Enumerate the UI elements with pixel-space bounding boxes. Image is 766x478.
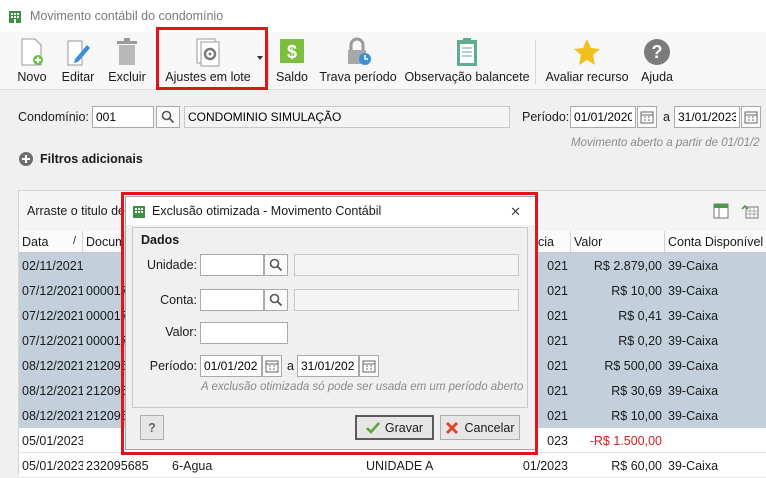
search-icon — [161, 110, 175, 124]
cell-data: 05/01/2023 — [22, 434, 83, 448]
ajustes-highlight-frame — [156, 27, 268, 90]
cell-conta: 39-Caixa — [668, 409, 719, 423]
trava-label: Trava período — [319, 70, 397, 84]
star-icon — [574, 39, 600, 65]
lock-icon — [348, 37, 371, 65]
condominio-search-button[interactable] — [156, 106, 180, 128]
new-document-icon — [21, 38, 43, 66]
calendar-icon — [640, 111, 654, 124]
periodo-from-calendar-button[interactable] — [637, 106, 657, 128]
condominio-label: Condomínio: — [18, 110, 89, 124]
cell-valor: R$ 2.879,00 — [593, 259, 662, 273]
saldo-button[interactable]: $ Saldo — [274, 36, 310, 88]
condominio-name-field — [184, 106, 510, 128]
sort-indicator-icon: / — [72, 235, 76, 247]
cell-data: 08/12/2021 — [22, 384, 83, 398]
cell-conta: 39-Caixa — [668, 459, 719, 473]
cell-doc: 232095685 — [86, 459, 149, 473]
cell-conta: 39-Caixa — [668, 334, 719, 348]
cell-valor: R$ 0,41 — [618, 309, 662, 323]
cell-valor: R$ 500,00 — [604, 359, 662, 373]
building-icon — [9, 11, 21, 23]
excluir-button[interactable]: Excluir — [106, 36, 148, 88]
periodo-to-input[interactable] — [674, 106, 740, 128]
cell-unid: UNIDADE A — [366, 459, 434, 473]
cell-valor: R$ 10,00 — [611, 409, 662, 423]
svg-text:$: $ — [287, 42, 297, 62]
cell-data: 05/01/2023 — [22, 459, 83, 473]
cell-conta: 39-Caixa — [668, 359, 719, 373]
cell-valor: R$ 10,00 — [611, 284, 662, 298]
money-icon: $ — [280, 39, 304, 63]
filtros-adicionais-toggle[interactable]: Filtros adicionais — [18, 151, 143, 167]
window-titlebar: Movimento contábil do condomínio — [0, 0, 766, 32]
excluir-label: Excluir — [108, 70, 146, 84]
col-header-documento[interactable]: Docum — [83, 231, 125, 253]
col-conta-label: Conta Disponível — [668, 235, 764, 249]
trash-icon — [117, 38, 137, 65]
window-title: Movimento contábil do condomínio — [30, 9, 224, 23]
periodo-separator: a — [663, 110, 670, 124]
condominio-code-input[interactable] — [92, 106, 154, 128]
cell-data: 07/12/2021 — [22, 334, 83, 348]
cell-data: 08/12/2021 — [22, 409, 83, 423]
cell-conta — [665, 428, 766, 453]
col-header-data[interactable]: Data / — [19, 231, 83, 253]
edit-pencil-icon — [67, 40, 90, 66]
col-valor-label: Valor — [574, 235, 603, 249]
cell-data: 08/12/2021 — [22, 359, 83, 373]
periodo-label: Período: — [522, 110, 570, 124]
col-header-competencia[interactable]: cia — [535, 231, 571, 253]
ajuda-label: Ajuda — [641, 70, 673, 84]
movimento-aberto-note: Movimento aberto a partir de 01/01/2 — [571, 137, 760, 149]
cell-valor: R$ 0,20 — [618, 334, 662, 348]
clipboard-icon — [457, 38, 477, 66]
col-documento-label: Docum — [86, 235, 125, 249]
calendar-icon — [744, 111, 758, 124]
toolbar-separator — [535, 40, 536, 84]
col-header-valor[interactable]: Valor — [571, 231, 665, 253]
avaliar-label: Avaliar recurso — [545, 70, 629, 84]
saldo-label: Saldo — [276, 70, 308, 84]
trava-periodo-button[interactable]: Trava período — [319, 36, 397, 88]
dialog-highlight-frame — [121, 192, 538, 455]
cell-conta: 39-Caixa — [668, 284, 719, 298]
cell-conta: 39-Caixa — [668, 384, 719, 398]
editar-button[interactable]: Editar — [60, 36, 96, 88]
export-grid-icon[interactable] — [741, 203, 759, 219]
cell-data: 07/12/2021 — [22, 309, 83, 323]
col-competencia-label: cia — [538, 235, 554, 249]
cell-valor: -R$ 1.500,00 — [589, 434, 662, 448]
cell-conta: 39-Caixa — [668, 259, 719, 273]
help-icon: ? — [644, 39, 670, 65]
cell-data: 07/12/2021 — [22, 284, 83, 298]
group-hint-text: Arraste o titulo de — [27, 204, 125, 218]
editar-label: Editar — [61, 70, 95, 84]
column-chooser-icon[interactable] — [713, 203, 729, 219]
col-header-conta[interactable]: Conta Disponível — [665, 231, 766, 253]
cell-comp: 01/2023 — [522, 459, 568, 473]
cell-conta: 39-Caixa — [668, 309, 719, 323]
toolbar-separator — [268, 40, 269, 84]
col-data-label: Data — [22, 235, 49, 249]
toolbar: Novo Editar Excluir Ajustes em lote $ Sa… — [0, 32, 766, 90]
plus-circle-icon — [19, 152, 33, 166]
novo-label: Novo — [17, 70, 47, 84]
avaliar-recurso-button[interactable]: Avaliar recurso — [545, 36, 629, 88]
filtros-adicionais-label: Filtros adicionais — [40, 152, 143, 166]
periodo-from-input[interactable] — [570, 106, 636, 128]
cell-data: 02/11/2021 — [22, 259, 83, 273]
periodo-to-calendar-button[interactable] — [741, 106, 761, 128]
cell-hist: 6-Agua — [172, 459, 213, 473]
observacao-balancete-button[interactable]: Observação balancete — [404, 36, 530, 88]
svg-text:?: ? — [652, 42, 663, 62]
observacao-label: Observação balancete — [404, 70, 530, 84]
cell-valor: R$ 30,69 — [611, 384, 662, 398]
ajuda-button[interactable]: ? Ajuda — [638, 36, 676, 88]
novo-button[interactable]: Novo — [14, 36, 50, 88]
table-row[interactable]: 05/01/2023 232095685 6-Agua UNIDADE A 01/202… — [19, 453, 766, 478]
cell-valor: R$ 60,00 — [611, 459, 662, 473]
